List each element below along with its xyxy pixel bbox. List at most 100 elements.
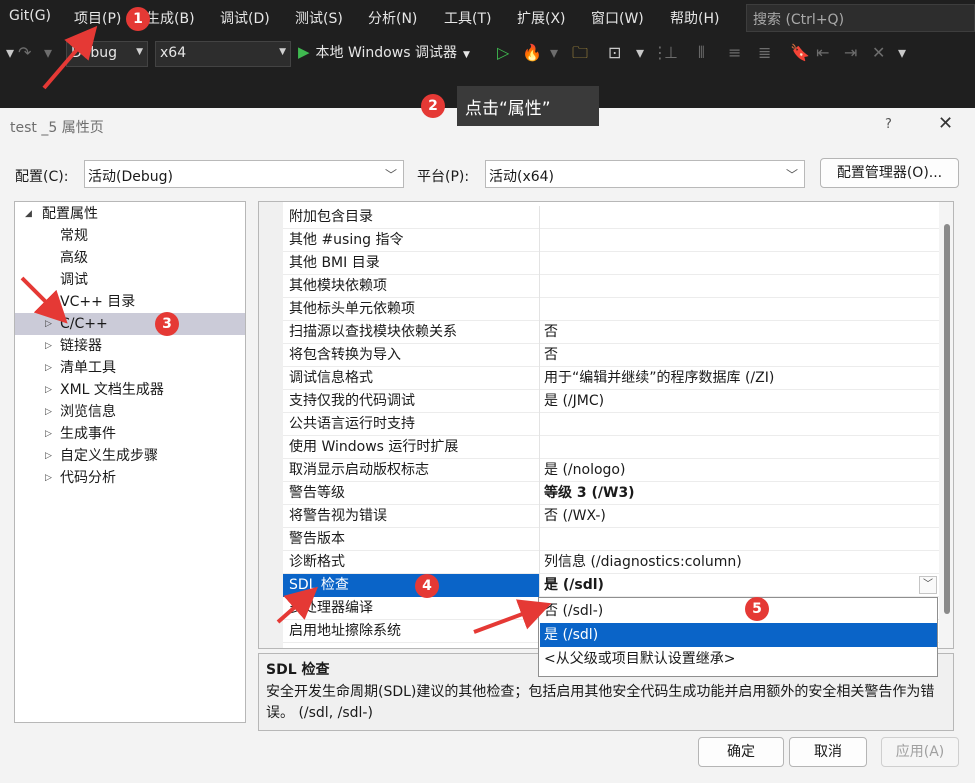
chevron-down-icon: ▼	[462, 50, 470, 60]
tree-item-build-events[interactable]: ▷ 生成事件	[15, 423, 245, 445]
hot-reload-icon[interactable]: 🔥	[522, 44, 542, 62]
platform-combo[interactable]: 活动(x64) ﹀	[485, 160, 805, 188]
dropdown-option-inherit[interactable]: <从父级或项目默认设置继承>	[540, 647, 937, 671]
property-row[interactable]: 支持仅我的代码调试 是 (/JMC)	[283, 390, 939, 413]
tree-item-label: 链接器	[60, 338, 102, 354]
property-row[interactable]: 其他 #using 指令	[283, 229, 939, 252]
property-name: 取消显示启动版权标志	[289, 462, 429, 478]
start-debugging-button[interactable]: ▶ 本地 Windows 调试器 ▼	[298, 42, 470, 66]
prev-bookmark-icon[interactable]: ⇤	[816, 44, 829, 62]
menu-help[interactable]: 帮助(H)	[670, 8, 719, 28]
property-row[interactable]: 调试信息格式 用于“编辑并继续”的程序数据库 (/ZI)	[283, 367, 939, 390]
chevron-down-icon: ▼	[136, 47, 143, 57]
property-row[interactable]: 公共语言运行时支持	[283, 413, 939, 436]
property-row[interactable]: 附加包含目录	[283, 206, 939, 229]
breakpoint-icon[interactable]: ⊥	[664, 44, 678, 62]
property-row[interactable]: 其他 BMI 目录	[283, 252, 939, 275]
tree-item-general[interactable]: 常规	[15, 225, 245, 247]
tree-item-manifest-tool[interactable]: ▷ 清单工具	[15, 357, 245, 379]
platform-dropdown[interactable]: x64 ▼	[155, 41, 291, 67]
uncomment-icon[interactable]: ≣	[758, 44, 771, 62]
dropdown-option-yes[interactable]: 是 (/sdl)	[540, 623, 937, 647]
property-name: 警告版本	[289, 531, 345, 547]
tree-root-config-properties[interactable]: ◢ 配置属性	[15, 203, 245, 225]
tree-item-custom-build-step[interactable]: ▷ 自定义生成步骤	[15, 445, 245, 467]
property-value: 等级 3 (/W3)	[544, 485, 635, 501]
clear-bookmarks-icon[interactable]: ✕	[872, 44, 885, 62]
property-row[interactable]: 扫描源以查找模块依赖关系 否	[283, 321, 939, 344]
tree-item-c-cpp[interactable]: ▷ C/C++	[15, 313, 245, 335]
comment-icon[interactable]: ≡	[728, 44, 741, 62]
property-row[interactable]: 警告版本	[283, 528, 939, 551]
sdl-options-dropdown: 否 (/sdl-) 是 (/sdl) <从父级或项目默认设置继承>	[538, 597, 938, 677]
search-input[interactable]: 搜索 (Ctrl+Q)	[746, 4, 975, 32]
menu-project[interactable]: 项目(P)	[74, 8, 121, 28]
property-tree: ◢ 配置属性 常规 高级 调试 VC++ 目录 ▷ C/C++ ▷ 链接器 ▷ …	[14, 201, 246, 723]
close-icon[interactable]: ✕	[938, 113, 953, 134]
help-button[interactable]: ?	[885, 117, 892, 132]
description-title: SDL 检查	[266, 662, 330, 678]
menu-window[interactable]: 窗口(W)	[591, 8, 644, 28]
tree-item-linker[interactable]: ▷ 链接器	[15, 335, 245, 357]
property-value: 用于“编辑并继续”的程序数据库 (/ZI)	[544, 370, 775, 386]
menu-extensions[interactable]: 扩展(X)	[517, 8, 566, 28]
tree-item-code-analysis[interactable]: ▷ 代码分析	[15, 467, 245, 489]
property-row[interactable]: 使用 Windows 运行时扩展	[283, 436, 939, 459]
config-dropdown[interactable]: Debug ▼	[66, 41, 148, 67]
menu-test[interactable]: 测试(S)	[295, 8, 343, 28]
redo-dropdown-icon[interactable]: ▾	[6, 44, 14, 62]
menu-build[interactable]: 生成(B)	[146, 8, 195, 28]
dropdown-arrow-icon[interactable]: ▾	[636, 44, 644, 62]
property-row[interactable]: 其他标头单元依赖项	[283, 298, 939, 321]
collapsed-arrow-icon: ▷	[45, 407, 52, 417]
ok-button[interactable]: 确定	[698, 737, 784, 767]
description-text: 安全开发生命周期(SDL)建议的其他检查；包括启用其他安全代码生成功能并启用额外…	[266, 684, 935, 721]
step-badge: 3	[155, 312, 179, 336]
next-bookmark-icon[interactable]: ⇥	[844, 44, 857, 62]
browser-icon[interactable]: ⊡	[608, 44, 621, 62]
menu-analyze[interactable]: 分析(N)	[368, 8, 417, 28]
menu-tools[interactable]: 工具(T)	[444, 8, 491, 28]
format-icon[interactable]: ⫴	[698, 44, 705, 62]
collapsed-arrow-icon: ▷	[45, 319, 52, 329]
property-name: 多处理器编译	[289, 600, 373, 616]
config-manager-button[interactable]: 配置管理器(O)...	[820, 158, 959, 188]
instruction-tooltip: 点击“属性”	[457, 86, 599, 126]
menu-debug[interactable]: 调试(D)	[220, 8, 270, 28]
tree-item-vc-directories[interactable]: VC++ 目录	[15, 291, 245, 313]
toolbar: ▾ ↷ ▾ Debug ▼ x64 ▼ ▶ 本地 Windows 调试器 ▼ ▷ 🔥…	[0, 36, 975, 72]
property-row[interactable]: 其他模块依赖项	[283, 275, 939, 298]
toolbar-options-icon[interactable]: ▾	[898, 44, 906, 62]
collapsed-arrow-icon: ▷	[45, 429, 52, 439]
tree-item-label: 清单工具	[60, 360, 116, 376]
apply-button[interactable]: 应用(A)	[881, 737, 959, 767]
step-badge: 4	[415, 574, 439, 598]
property-row[interactable]: 取消显示启动版权标志 是 (/nologo)	[283, 459, 939, 482]
bookmark-icon[interactable]: 🔖	[790, 44, 810, 62]
property-name: 其他模块依赖项	[289, 278, 387, 294]
dropdown-arrow-icon[interactable]: ▾	[44, 44, 52, 62]
dropdown-option-no[interactable]: 否 (/sdl-)	[540, 599, 937, 623]
tree-item-xml-doc-generator[interactable]: ▷ XML 文档生成器	[15, 379, 245, 401]
property-row[interactable]: 将包含转换为导入 否	[283, 344, 939, 367]
dropdown-arrow-icon[interactable]: ▾	[550, 44, 558, 62]
cancel-button[interactable]: 取消	[789, 737, 867, 767]
tree-item-browse-info[interactable]: ▷ 浏览信息	[15, 401, 245, 423]
property-value: 是 (/sdl)	[544, 577, 604, 593]
menu-git[interactable]: Git(G)	[9, 8, 51, 24]
scrollbar-thumb[interactable]	[944, 224, 950, 614]
tree-item-debugging[interactable]: 调试	[15, 269, 245, 291]
property-row[interactable]: 将警告视为错误 否 (/WX-)	[283, 505, 939, 528]
redo-icon[interactable]: ↷	[18, 44, 31, 62]
play-icon: ▶	[298, 43, 310, 61]
collapsed-arrow-icon: ▷	[45, 341, 52, 351]
config-combo[interactable]: 活动(Debug) ﹀	[84, 160, 404, 188]
tree-item-advanced[interactable]: 高级	[15, 247, 245, 269]
chevron-down-icon[interactable]: ﹀	[919, 576, 937, 594]
property-row[interactable]: 诊断格式 列信息 (/diagnostics:column)	[283, 551, 939, 574]
step-badge: 5	[745, 597, 769, 621]
property-row[interactable]: 警告等级 等级 3 (/W3)	[283, 482, 939, 505]
start-without-debugging-icon[interactable]: ▷	[497, 44, 509, 62]
folder-icon[interactable]: 🗀	[572, 44, 588, 62]
property-row-sdl-check[interactable]: SDL 检查 是 (/sdl) ﹀	[283, 574, 939, 597]
